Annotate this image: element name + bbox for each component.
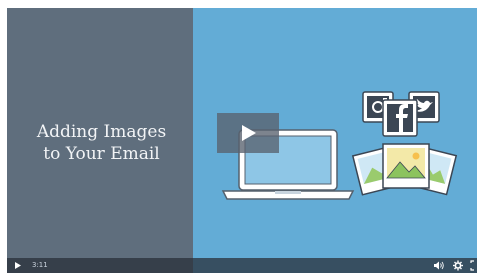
video-player[interactable]: Adding Images to Your Email 3:11 [7, 8, 477, 273]
time-display: 3:11 [32, 261, 48, 269]
control-bar: 3:11 [7, 258, 477, 273]
video-title-line-2: to Your Email [43, 144, 160, 164]
video-title-line-1: Adding Images [36, 122, 167, 142]
facebook-icon [382, 99, 418, 137]
gear-icon[interactable] [451, 258, 465, 273]
photo-stack-icon [351, 143, 458, 196]
volume-icon[interactable] [431, 258, 445, 273]
play-button[interactable] [217, 113, 279, 153]
video-title: Adding Images to Your Email [19, 121, 184, 165]
play-small-icon[interactable] [11, 258, 25, 273]
play-icon [242, 125, 256, 141]
fullscreen-icon[interactable] [469, 258, 477, 273]
title-panel: Adding Images to Your Email [7, 8, 193, 273]
